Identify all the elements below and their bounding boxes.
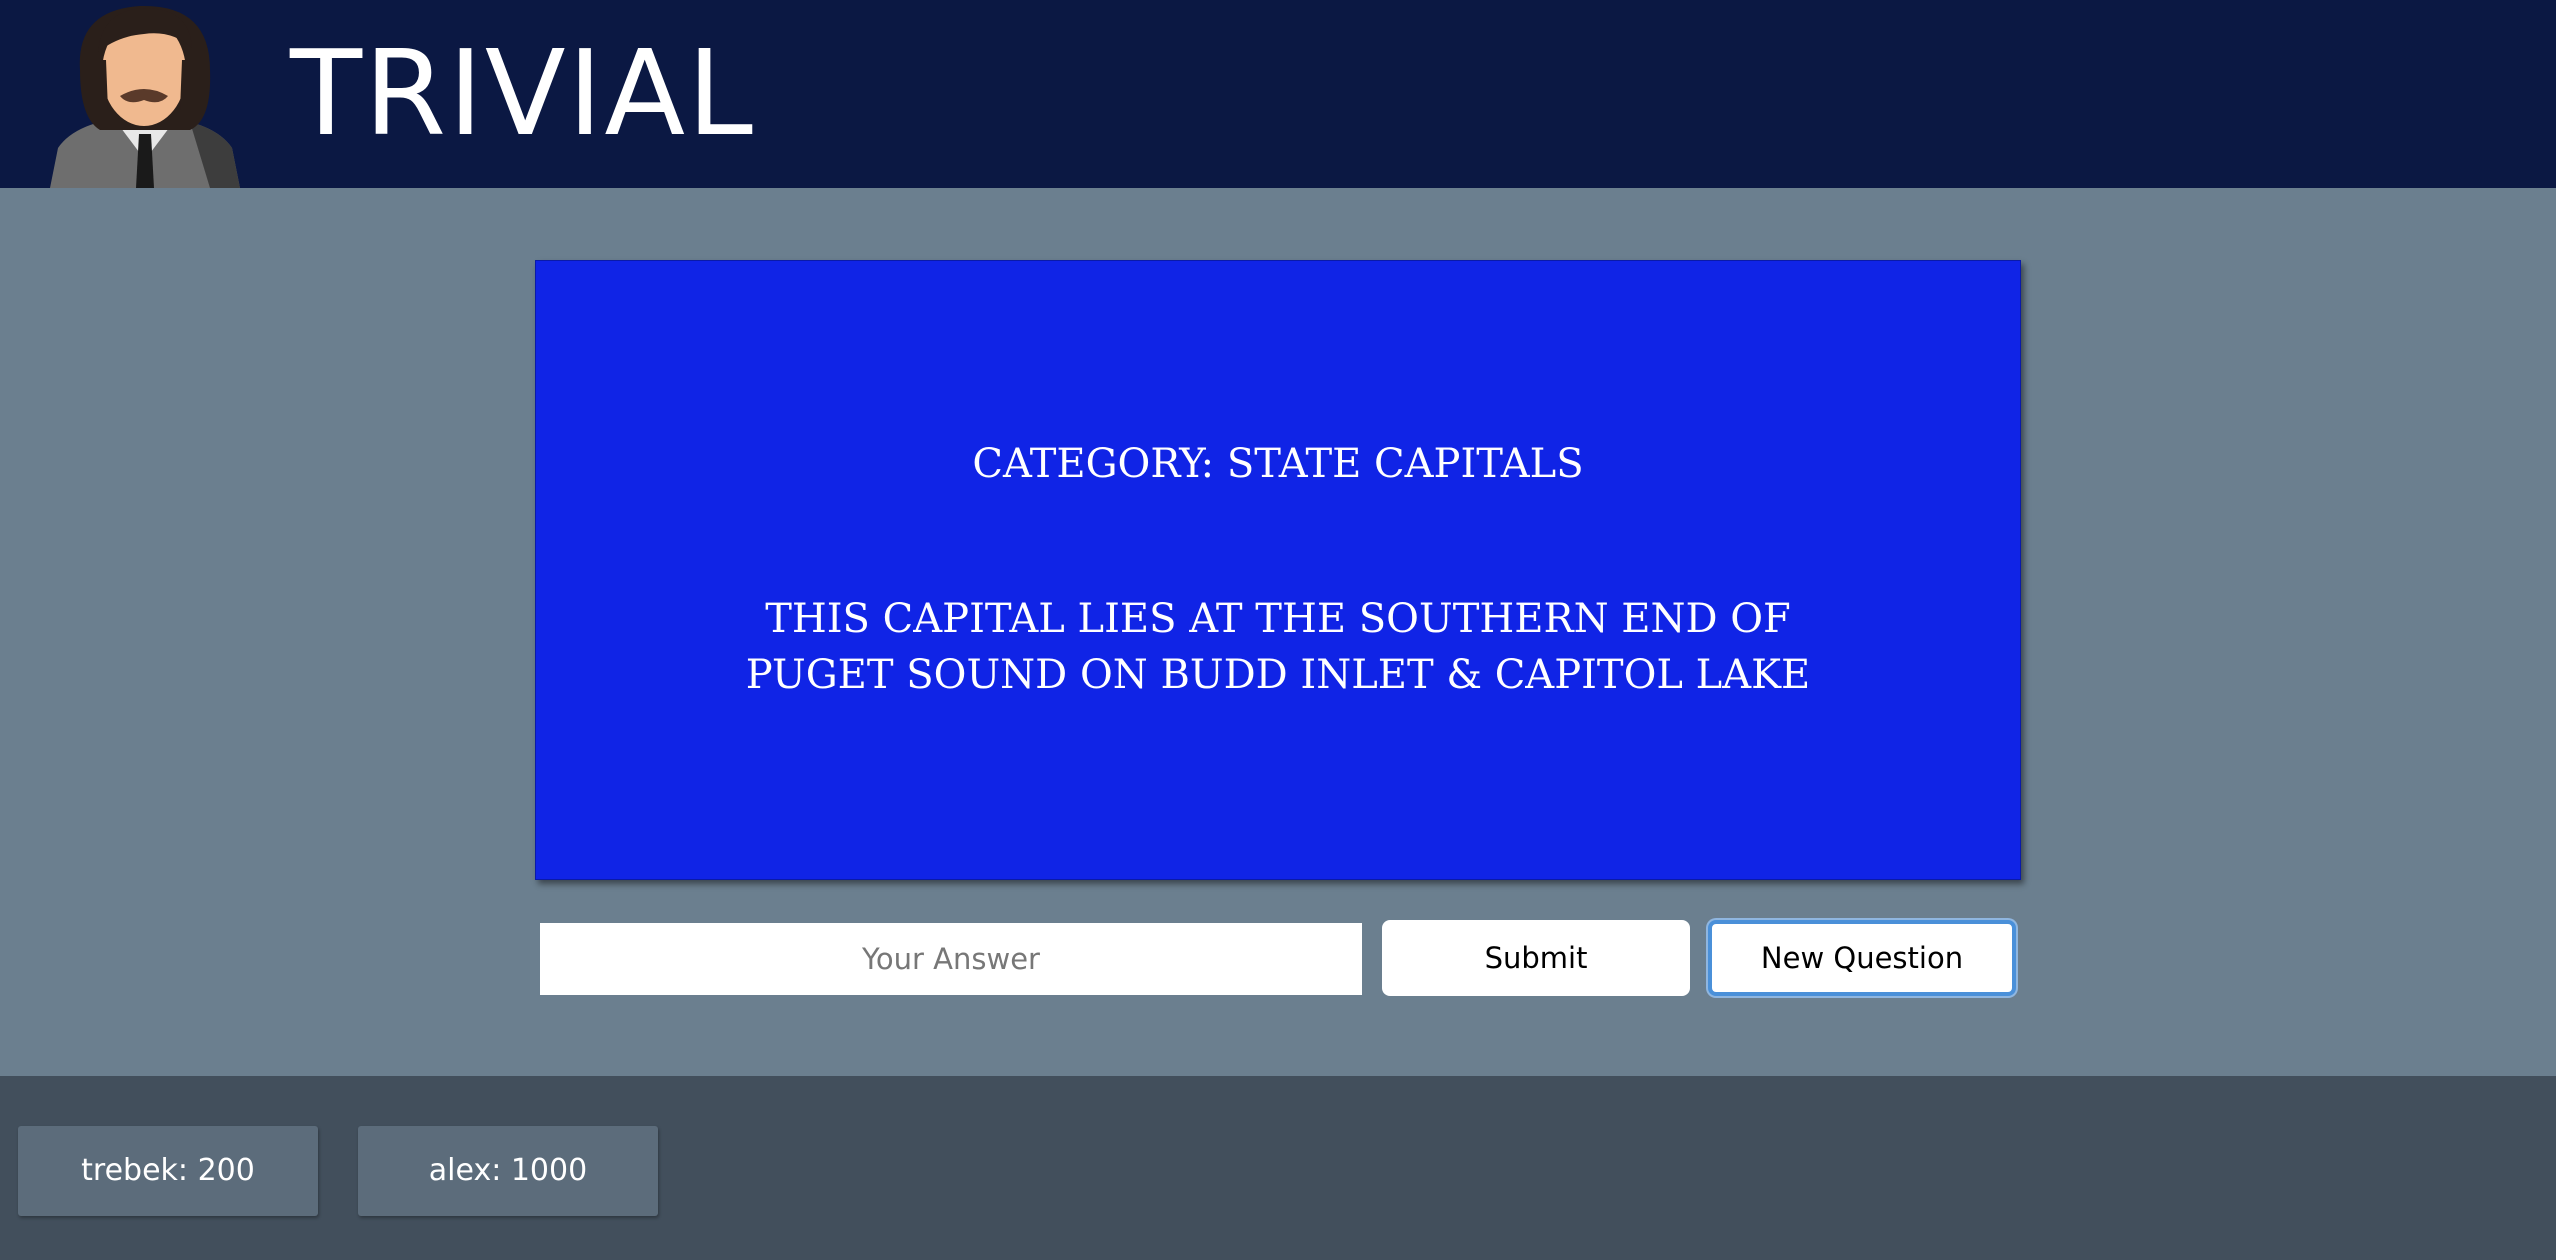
- question-category: CATEGORY: STATE CAPITALS: [972, 441, 1584, 487]
- submit-button[interactable]: Submit: [1382, 920, 1690, 996]
- host-avatar-icon: [50, 5, 240, 188]
- player-score: alex: 1000: [358, 1126, 658, 1216]
- answer-input[interactable]: [540, 923, 1362, 995]
- question-text: THIS CAPITAL LIES AT THE SOUTHERN END OF…: [745, 596, 1811, 698]
- player-score: trebek: 200: [18, 1126, 318, 1216]
- app-title: TRIVIAL: [290, 24, 755, 162]
- new-question-button[interactable]: New Question: [1708, 920, 2016, 996]
- scoreboard: trebek: 200 alex: 1000: [0, 1076, 2556, 1260]
- question-card: CATEGORY: STATE CAPITALS THIS CAPITAL LI…: [535, 260, 2021, 880]
- app-header: TRIVIAL: [0, 0, 2556, 188]
